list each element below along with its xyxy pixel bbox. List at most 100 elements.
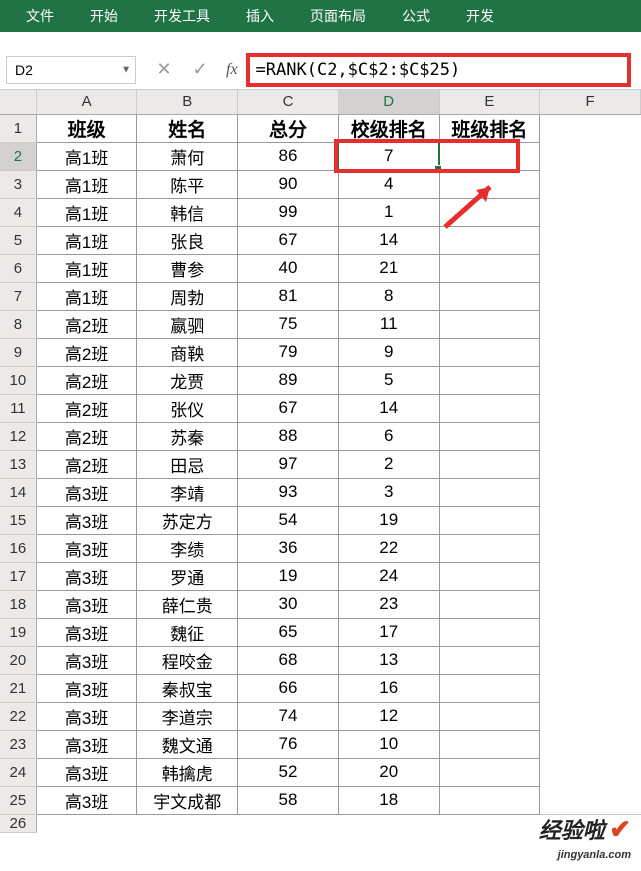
cell-F10[interactable] bbox=[540, 366, 641, 394]
cell-C25[interactable]: 58 bbox=[238, 786, 339, 814]
row-header-5[interactable]: 5 bbox=[0, 226, 36, 254]
col-header-A[interactable]: A bbox=[36, 90, 137, 114]
cell-F5[interactable] bbox=[540, 226, 641, 254]
tab-insert[interactable]: 插入 bbox=[228, 0, 292, 32]
cell-C15[interactable]: 54 bbox=[238, 506, 339, 534]
cell-D5[interactable]: 14 bbox=[338, 226, 439, 254]
cell-C3[interactable]: 90 bbox=[238, 170, 339, 198]
cell-F9[interactable] bbox=[540, 338, 641, 366]
cell-D19[interactable]: 17 bbox=[338, 618, 439, 646]
cell-F7[interactable] bbox=[540, 282, 641, 310]
cell-F8[interactable] bbox=[540, 310, 641, 338]
cell-F4[interactable] bbox=[540, 198, 641, 226]
cell-D15[interactable]: 19 bbox=[338, 506, 439, 534]
cell-E22[interactable] bbox=[439, 702, 540, 730]
cell-C14[interactable]: 93 bbox=[238, 478, 339, 506]
cancel-icon[interactable]: ✕ bbox=[146, 59, 182, 80]
cell-B25[interactable]: 宇文成都 bbox=[137, 786, 238, 814]
cell-F17[interactable] bbox=[540, 562, 641, 590]
cell-A7[interactable]: 高1班 bbox=[36, 282, 137, 310]
cell-F25[interactable] bbox=[540, 786, 641, 814]
cell-D16[interactable]: 22 bbox=[338, 534, 439, 562]
cell-B3[interactable]: 陈平 bbox=[137, 170, 238, 198]
cell-B19[interactable]: 魏征 bbox=[137, 618, 238, 646]
cell-F15[interactable] bbox=[540, 506, 641, 534]
cell-C22[interactable]: 74 bbox=[238, 702, 339, 730]
cell-B7[interactable]: 周勃 bbox=[137, 282, 238, 310]
cell-C7[interactable]: 81 bbox=[238, 282, 339, 310]
cell-A12[interactable]: 高2班 bbox=[36, 422, 137, 450]
col-header-F[interactable]: F bbox=[540, 90, 641, 114]
row-header-17[interactable]: 17 bbox=[0, 562, 36, 590]
cell-E14[interactable] bbox=[439, 478, 540, 506]
cell-E4[interactable] bbox=[439, 198, 540, 226]
row-header-7[interactable]: 7 bbox=[0, 282, 36, 310]
cell-A24[interactable]: 高3班 bbox=[36, 758, 137, 786]
cell-A14[interactable]: 高3班 bbox=[36, 478, 137, 506]
cell-B18[interactable]: 薛仁贵 bbox=[137, 590, 238, 618]
cell-D24[interactable]: 20 bbox=[338, 758, 439, 786]
name-box[interactable]: D2 ▼ bbox=[6, 56, 136, 84]
cell-E23[interactable] bbox=[439, 730, 540, 758]
cell-C12[interactable]: 88 bbox=[238, 422, 339, 450]
cell-B15[interactable]: 苏定方 bbox=[137, 506, 238, 534]
tab-formulas[interactable]: 公式 bbox=[384, 0, 448, 32]
cell-B2[interactable]: 萧何 bbox=[137, 142, 238, 170]
cell-E13[interactable] bbox=[439, 450, 540, 478]
cell-E11[interactable] bbox=[439, 394, 540, 422]
cell-F21[interactable] bbox=[540, 674, 641, 702]
cell-empty-26-4[interactable] bbox=[439, 814, 540, 832]
cell-E3[interactable] bbox=[439, 170, 540, 198]
cell-C9[interactable]: 79 bbox=[238, 338, 339, 366]
cell-B9[interactable]: 商鞅 bbox=[137, 338, 238, 366]
cell-F14[interactable] bbox=[540, 478, 641, 506]
cell-E25[interactable] bbox=[439, 786, 540, 814]
cell-B10[interactable]: 龙贾 bbox=[137, 366, 238, 394]
cell-empty-26-3[interactable] bbox=[338, 814, 439, 832]
cell-E17[interactable] bbox=[439, 562, 540, 590]
cell-E15[interactable] bbox=[439, 506, 540, 534]
row-header-19[interactable]: 19 bbox=[0, 618, 36, 646]
row-header-6[interactable]: 6 bbox=[0, 254, 36, 282]
cell-F24[interactable] bbox=[540, 758, 641, 786]
cell-A11[interactable]: 高2班 bbox=[36, 394, 137, 422]
cell-A22[interactable]: 高3班 bbox=[36, 702, 137, 730]
cell-A17[interactable]: 高3班 bbox=[36, 562, 137, 590]
row-header-16[interactable]: 16 bbox=[0, 534, 36, 562]
cell-B20[interactable]: 程咬金 bbox=[137, 646, 238, 674]
cell-F20[interactable] bbox=[540, 646, 641, 674]
cell-A15[interactable]: 高3班 bbox=[36, 506, 137, 534]
cell-E8[interactable] bbox=[439, 310, 540, 338]
cell-A19[interactable]: 高3班 bbox=[36, 618, 137, 646]
cell-E2[interactable] bbox=[439, 142, 540, 170]
cell-C6[interactable]: 40 bbox=[238, 254, 339, 282]
cell-F11[interactable] bbox=[540, 394, 641, 422]
cell-empty-26-1[interactable] bbox=[137, 814, 238, 832]
cell-A10[interactable]: 高2班 bbox=[36, 366, 137, 394]
cell-B6[interactable]: 曹参 bbox=[137, 254, 238, 282]
cell-A16[interactable]: 高3班 bbox=[36, 534, 137, 562]
cell-C18[interactable]: 30 bbox=[238, 590, 339, 618]
cell-E6[interactable] bbox=[439, 254, 540, 282]
row-header-21[interactable]: 21 bbox=[0, 674, 36, 702]
tab-file[interactable]: 文件 bbox=[8, 0, 72, 32]
cell-A6[interactable]: 高1班 bbox=[36, 254, 137, 282]
cell-F18[interactable] bbox=[540, 590, 641, 618]
cell-F13[interactable] bbox=[540, 450, 641, 478]
cell-D11[interactable]: 14 bbox=[338, 394, 439, 422]
cell-D8[interactable]: 11 bbox=[338, 310, 439, 338]
cell-E21[interactable] bbox=[439, 674, 540, 702]
cell-C19[interactable]: 65 bbox=[238, 618, 339, 646]
cell-A9[interactable]: 高2班 bbox=[36, 338, 137, 366]
cell-A4[interactable]: 高1班 bbox=[36, 198, 137, 226]
cell-B14[interactable]: 李靖 bbox=[137, 478, 238, 506]
cell-D21[interactable]: 16 bbox=[338, 674, 439, 702]
cell-C17[interactable]: 19 bbox=[238, 562, 339, 590]
cell-D7[interactable]: 8 bbox=[338, 282, 439, 310]
cell-D18[interactable]: 23 bbox=[338, 590, 439, 618]
row-header-11[interactable]: 11 bbox=[0, 394, 36, 422]
row-header-13[interactable]: 13 bbox=[0, 450, 36, 478]
cell-D14[interactable]: 3 bbox=[338, 478, 439, 506]
cell-E10[interactable] bbox=[439, 366, 540, 394]
cell-D17[interactable]: 24 bbox=[338, 562, 439, 590]
